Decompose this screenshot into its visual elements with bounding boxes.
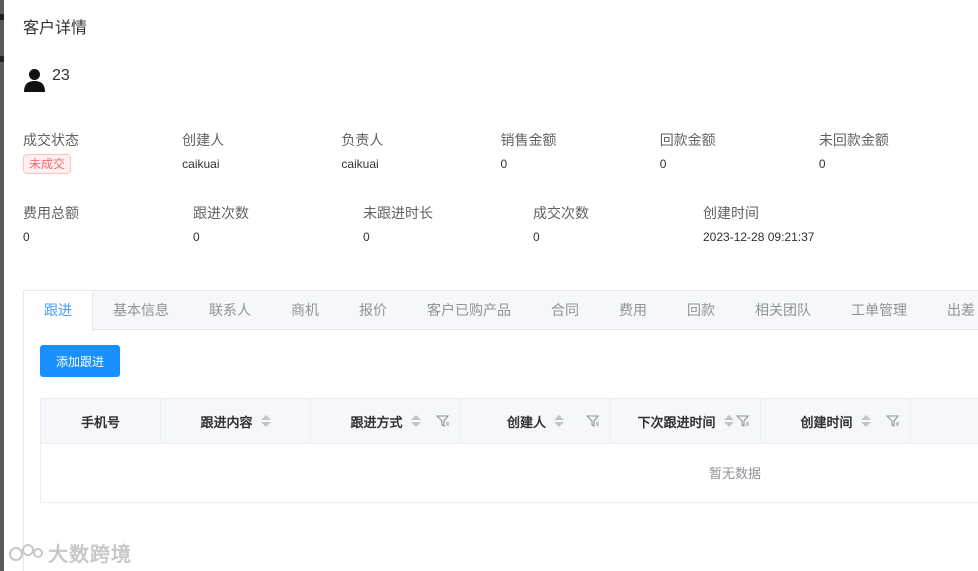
tab-opportunities[interactable]: 商机 <box>271 291 339 330</box>
info-label: 创建时间 <box>703 205 759 221</box>
filter-icon[interactable] <box>886 414 900 428</box>
sort-icon[interactable] <box>554 415 564 427</box>
followup-table: 手机号 跟进内容 跟进方式 创建人 下次跟进时间 创建时间 暂无数据 <box>40 398 978 503</box>
info-value: caikuai <box>182 157 220 171</box>
info-value: 0 <box>500 157 508 171</box>
info-received-amount: 回款金额 0 <box>660 132 819 205</box>
info-label: 创建人 <box>182 132 225 148</box>
info-label: 未回款金额 <box>818 132 889 148</box>
tab-quotes[interactable]: 报价 <box>339 291 407 330</box>
column-header-created-time[interactable]: 创建时间 <box>761 399 911 443</box>
detail-tabs-card: 跟进 基本信息 联系人 商机 报价 客户已购产品 合同 费用 回款 相关团队 工… <box>23 290 978 571</box>
table-header: 手机号 跟进内容 跟进方式 创建人 下次跟进时间 创建时间 <box>41 399 978 444</box>
column-label: 创建人 <box>506 414 546 430</box>
info-label: 未跟进时长 <box>363 205 433 221</box>
tab-costs[interactable]: 费用 <box>599 291 667 330</box>
watermark-text: 大数跨境 <box>48 544 132 566</box>
info-sales-amount: 销售金额 0 <box>501 132 660 205</box>
watermark-logo-icon <box>9 543 43 561</box>
info-value: 0 <box>23 230 30 244</box>
tab-followup[interactable]: 跟进 <box>24 291 93 331</box>
info-value: 0 <box>363 230 370 244</box>
info-creator: 创建人 caikuai <box>182 132 341 205</box>
filter-icon[interactable] <box>436 414 450 428</box>
tab-work-orders[interactable]: 工单管理 <box>831 291 927 330</box>
info-value: 0 <box>818 157 826 171</box>
customer-name: 23 <box>52 67 70 84</box>
column-label: 创建时间 <box>800 414 853 430</box>
sort-icon[interactable] <box>410 415 421 427</box>
info-owner: 负责人 caikuai <box>341 132 500 205</box>
filter-icon[interactable] <box>736 414 750 428</box>
window-left-edge <box>0 0 4 571</box>
info-row-2: 费用总额 0 跟进次数 0 未跟进时长 0 成交次数 0 创建时间 2023-1… <box>23 205 978 278</box>
column-header-actions <box>911 399 978 443</box>
empty-state: 暂无数据 <box>41 445 761 503</box>
info-grid: 成交状态 未成交 创建人 caikuai 负责人 caikuai 销售金额 0 … <box>23 132 978 278</box>
info-created-time: 创建时间 2023-12-28 09:21:37 <box>703 205 873 278</box>
tab-purchased-products[interactable]: 客户已购产品 <box>407 291 531 330</box>
customer-header: 23 <box>24 66 70 92</box>
column-header-method[interactable]: 跟进方式 <box>311 399 461 443</box>
info-label: 成交状态 <box>23 132 79 148</box>
info-no-followup-duration: 未跟进时长 0 <box>363 205 533 278</box>
info-value: 0 <box>193 230 200 244</box>
column-header-creator[interactable]: 创建人 <box>461 399 611 443</box>
tab-payments[interactable]: 回款 <box>667 291 735 330</box>
info-row-1: 成交状态 未成交 创建人 caikuai 负责人 caikuai 销售金额 0 … <box>23 132 978 205</box>
info-label: 销售金额 <box>500 132 557 148</box>
user-icon <box>24 69 45 92</box>
tab-contracts[interactable]: 合同 <box>531 291 599 330</box>
watermark: 大数跨境 <box>8 538 132 567</box>
info-total-cost: 费用总额 0 <box>23 205 193 278</box>
column-label: 跟进方式 <box>350 414 403 430</box>
info-followup-count: 跟进次数 0 <box>193 205 363 278</box>
empty-state-text: 暂无数据 <box>708 466 761 481</box>
add-followup-button[interactable]: 添加跟进 <box>40 345 120 377</box>
info-value: 0 <box>659 157 667 171</box>
sort-icon[interactable] <box>723 415 734 427</box>
info-label: 成交次数 <box>533 205 589 221</box>
column-label: 跟进内容 <box>200 414 253 430</box>
info-label: 费用总额 <box>23 205 79 221</box>
tab-related-team[interactable]: 相关团队 <box>735 291 831 330</box>
info-value: 2023-12-28 09:21:37 <box>703 230 815 244</box>
column-header-next-followup-time[interactable]: 下次跟进时间 <box>611 399 761 443</box>
info-label: 回款金额 <box>659 132 716 148</box>
column-label: 手机号 <box>80 414 120 430</box>
info-unreceived-amount: 未回款金额 0 <box>819 132 978 205</box>
tabs-bar: 跟进 基本信息 联系人 商机 报价 客户已购产品 合同 费用 回款 相关团队 工… <box>24 291 978 331</box>
sort-icon[interactable] <box>260 415 271 427</box>
tab-business-trip[interactable]: 出差 <box>927 291 978 330</box>
column-label: 下次跟进时间 <box>637 414 716 430</box>
deal-status-badge: 未成交 <box>23 154 72 174</box>
column-header-phone: 手机号 <box>41 399 161 443</box>
info-deal-count: 成交次数 0 <box>533 205 703 278</box>
sort-icon[interactable] <box>860 415 871 427</box>
filter-icon[interactable] <box>586 414 600 428</box>
info-label: 负责人 <box>341 132 384 148</box>
column-header-content[interactable]: 跟进内容 <box>161 399 311 443</box>
info-value: 0 <box>533 230 540 244</box>
info-value: caikuai <box>341 157 379 171</box>
tab-contacts[interactable]: 联系人 <box>189 291 271 330</box>
page-title: 客户详情 <box>23 20 88 37</box>
info-deal-status: 成交状态 未成交 <box>23 132 182 205</box>
tab-basic-info[interactable]: 基本信息 <box>93 291 189 330</box>
info-label: 跟进次数 <box>193 205 249 221</box>
